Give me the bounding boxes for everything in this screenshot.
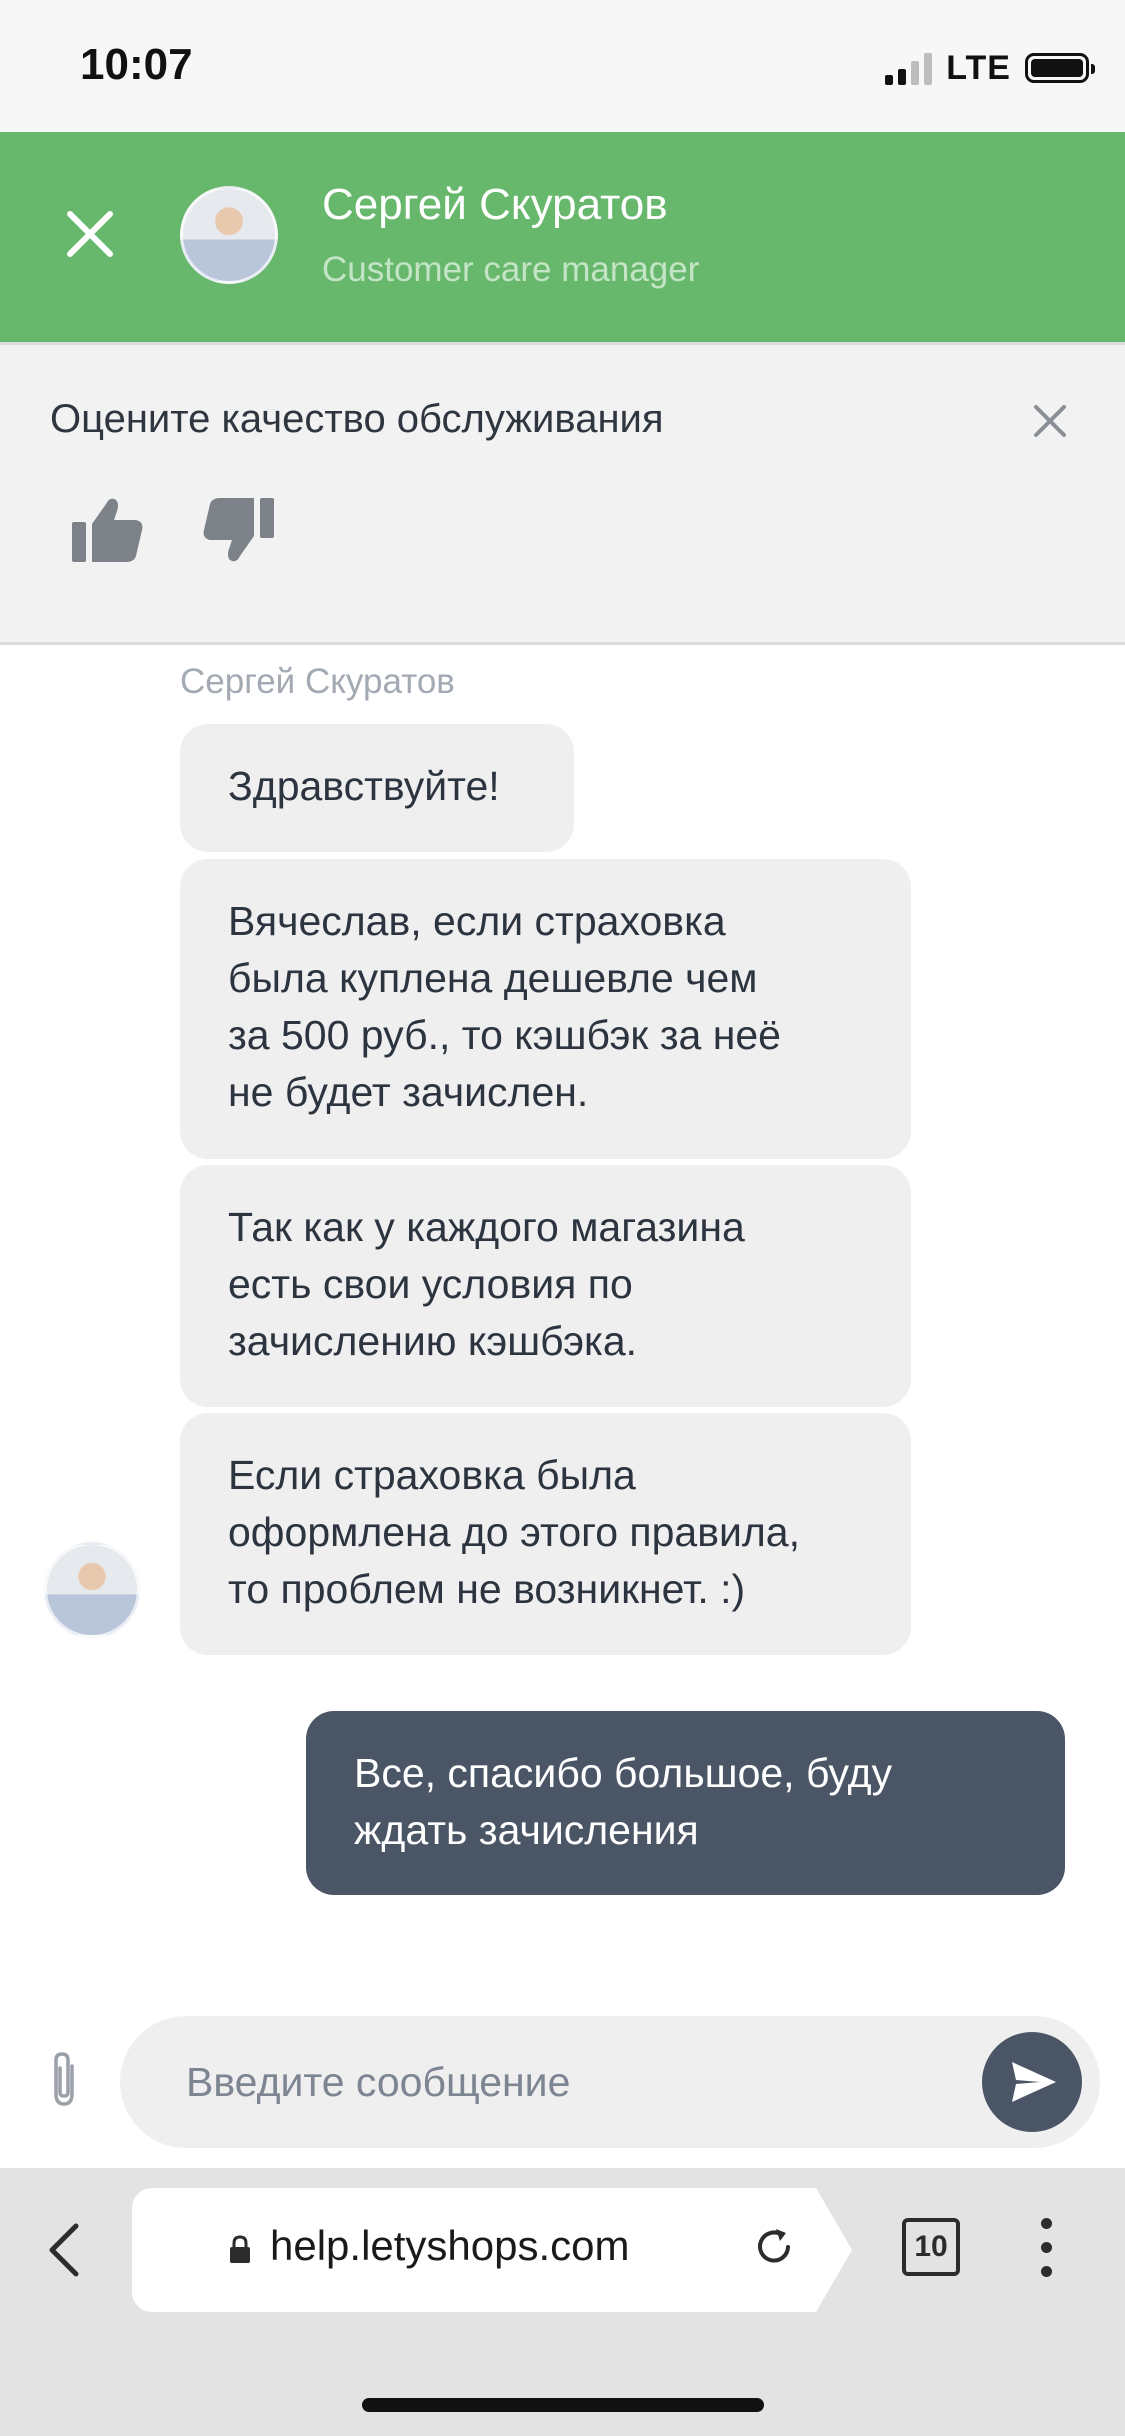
attachment-icon[interactable] <box>44 2048 84 2112</box>
message-line: Так как у каждого магазина <box>228 1204 745 1250</box>
message-line: Все, спасибо большое, буду <box>354 1750 893 1796</box>
agent-message: Так как у каждого магазина есть свои усл… <box>180 1165 911 1407</box>
message-line: Если страховка была <box>228 1452 636 1498</box>
send-button[interactable] <box>982 2032 1082 2132</box>
back-icon[interactable] <box>44 2220 84 2280</box>
url-text[interactable]: help.letyshops.com <box>270 2222 630 2270</box>
rating-panel: Оцените качество обслуживания <box>0 342 1125 645</box>
thumbs-up-icon[interactable] <box>68 490 148 570</box>
message-line: за 500 руб., то кэшбэк за неё <box>228 1012 781 1058</box>
home-indicator <box>362 2398 764 2412</box>
message-line: Здравствуйте! <box>228 763 500 809</box>
status-time: 10:07 <box>80 40 193 89</box>
agent-name: Сергей Скуратов <box>322 180 668 229</box>
agent-role: Customer care manager <box>322 250 700 289</box>
agent-message: Вячеслав, если страховка была куплена де… <box>180 859 911 1159</box>
more-menu-icon[interactable] <box>1034 2218 1058 2282</box>
message-sender-name: Сергей Скуратов <box>180 662 455 701</box>
tabs-button[interactable]: 10 <box>902 2218 960 2276</box>
rating-prompt: Оцените качество обслуживания <box>50 397 664 441</box>
message-line: оформлена до этого правила, <box>228 1509 800 1555</box>
message-line: не будет зачислен. <box>228 1069 589 1115</box>
thumbs-down-icon[interactable] <box>198 490 278 570</box>
lock-icon <box>230 2235 250 2263</box>
message-line: Вячеслав, если страховка <box>228 898 726 944</box>
send-icon <box>1012 2062 1056 2102</box>
message-line: зачислению кэшбэка. <box>228 1318 638 1364</box>
agent-message-avatar <box>44 1542 140 1638</box>
close-chat-button[interactable] <box>62 206 118 262</box>
agent-avatar <box>180 186 278 284</box>
close-icon[interactable] <box>1030 401 1070 441</box>
agent-message: Если страховка была оформлена до этого п… <box>180 1413 911 1655</box>
user-message: Все, спасибо большое, буду ждать зачисле… <box>306 1711 1065 1895</box>
status-bar: 10:07 LTE <box>0 0 1125 132</box>
message-line: была куплена дешевле чем <box>228 955 758 1001</box>
battery-icon <box>1025 53 1095 83</box>
agent-message: Здравствуйте! <box>180 724 574 852</box>
reload-icon[interactable] <box>752 2225 796 2269</box>
message-line: есть свои условия по <box>228 1261 633 1307</box>
network-type: LTE <box>946 48 1011 87</box>
signal-icon <box>885 51 933 85</box>
message-line: ждать зачисления <box>354 1807 699 1853</box>
message-input[interactable] <box>120 2016 1100 2148</box>
status-indicators: LTE <box>885 48 1095 88</box>
chat-header <box>0 132 1125 342</box>
message-line: то проблем не возникнет. :) <box>228 1566 746 1612</box>
